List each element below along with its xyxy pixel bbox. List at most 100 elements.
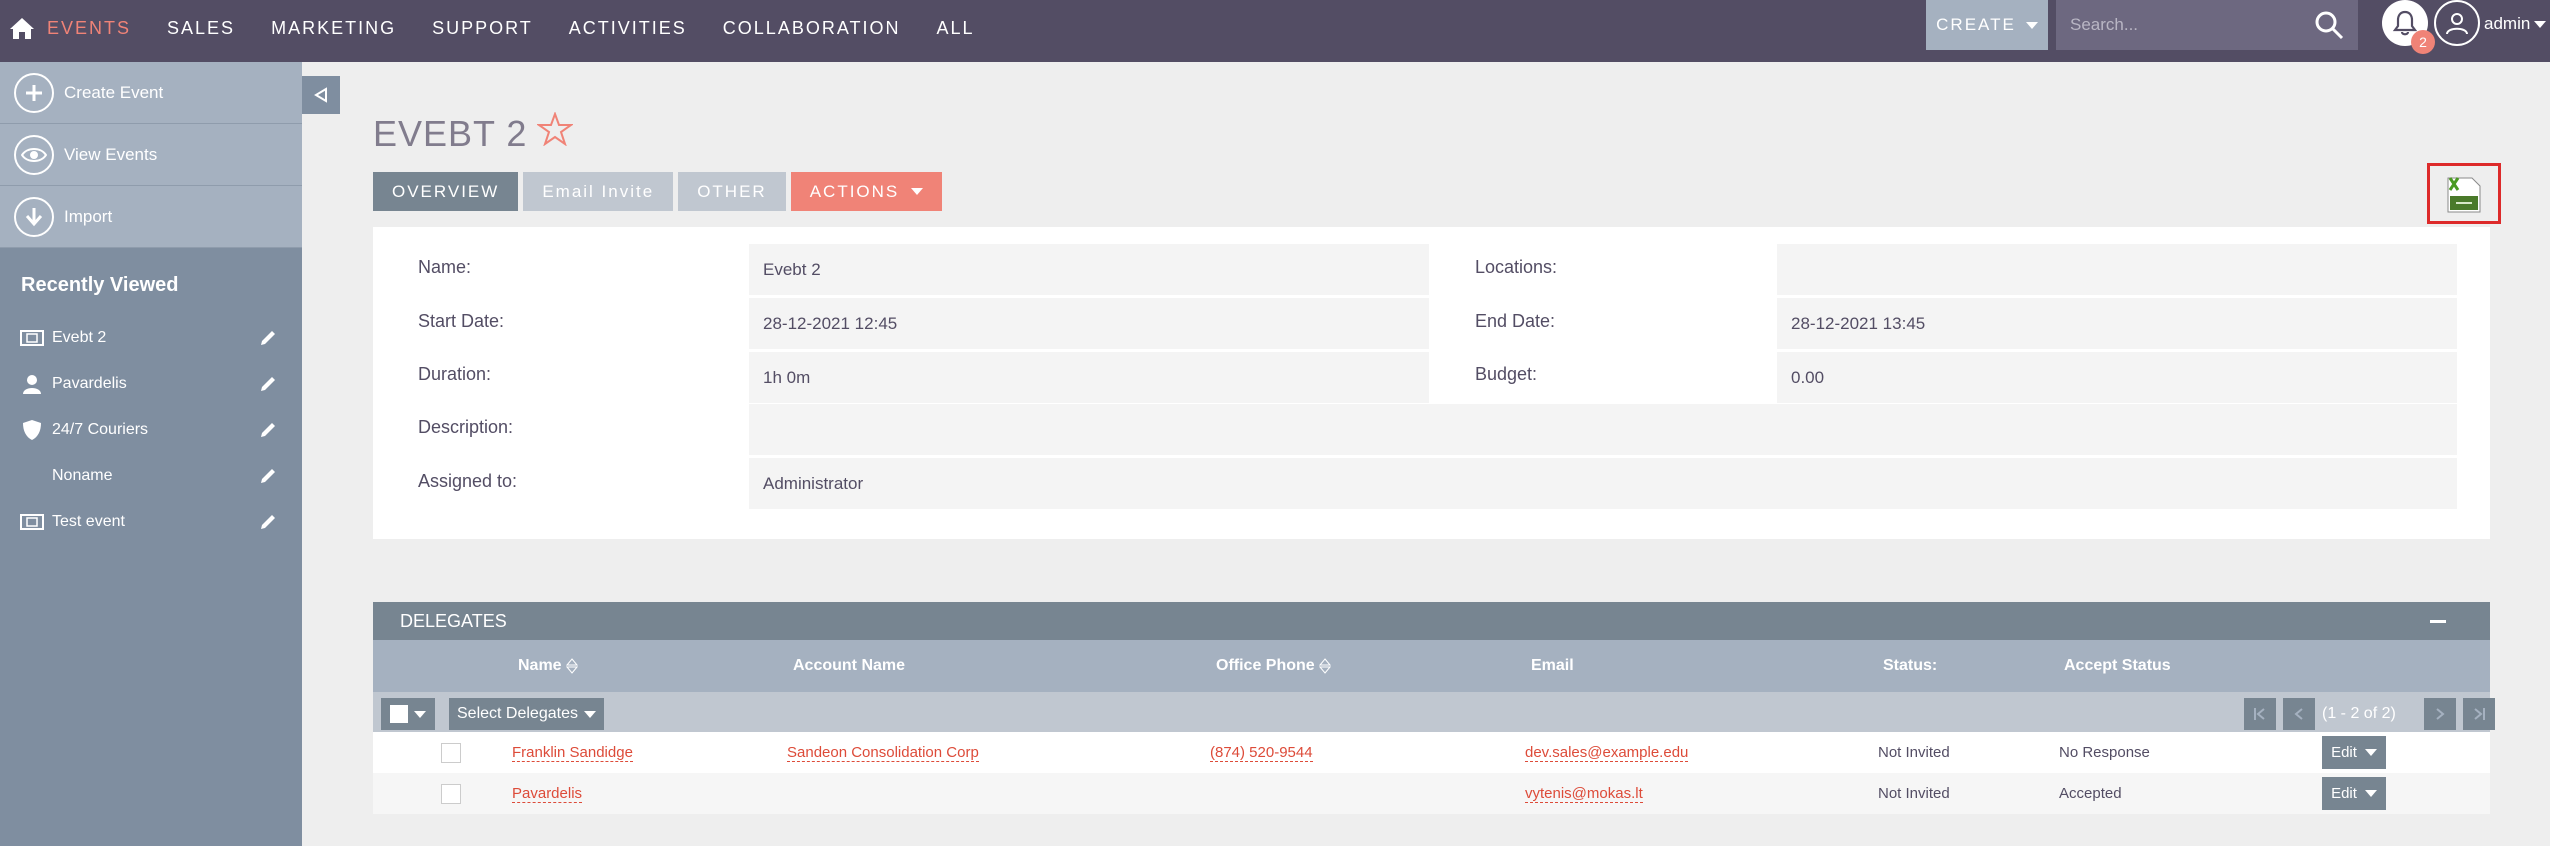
edit-button[interactable]: Edit — [2322, 777, 2386, 810]
pencil-icon[interactable] — [258, 328, 278, 348]
chevron-left-icon — [2294, 708, 2303, 720]
field-value-locations[interactable] — [1777, 244, 2457, 295]
tab-overview[interactable]: OVERVIEW — [373, 172, 519, 211]
field-value-name[interactable]: Evebt 2 — [749, 244, 1429, 295]
pencil-icon[interactable] — [258, 466, 278, 486]
detail-panel: Name: Evebt 2 Locations: Start Date: 28-… — [373, 227, 2490, 539]
recently-viewed-title: Recently Viewed — [21, 274, 179, 296]
tab-actions[interactable]: ACTIONS — [790, 172, 943, 211]
sidebar-action-label: View Events — [64, 144, 158, 164]
recent-item-evebt-2[interactable]: Evebt 2 — [0, 315, 302, 361]
field-label-assigned: Assigned to: — [418, 471, 518, 491]
person-icon — [20, 374, 44, 394]
field-value-description[interactable] — [749, 404, 2457, 455]
chevron-down-icon — [911, 188, 924, 195]
plus-icon — [14, 72, 54, 113]
record-tabs: OVERVIEW Email Invite OTHER ACTIONS — [373, 172, 943, 211]
sort-icon — [565, 658, 578, 674]
delegates-header[interactable]: DELEGATES — [373, 602, 2490, 640]
nav-item-activities[interactable]: ACTIVITIES — [560, 18, 696, 39]
first-page-button[interactable] — [2244, 698, 2276, 730]
column-office-phone[interactable]: Office Phone — [1216, 640, 1331, 692]
select-all-checkbox[interactable] — [390, 705, 408, 723]
notification-badge: 2 — [2411, 30, 2435, 54]
recent-item-label: 24/7 Couriers — [52, 421, 149, 438]
pencil-icon[interactable] — [258, 512, 278, 532]
nav-item-events[interactable]: EVENTS — [38, 18, 140, 39]
search-input[interactable] — [2056, 0, 2296, 50]
field-value-duration[interactable]: 1h 0m — [749, 352, 1429, 403]
delegate-name-link[interactable]: Pavardelis — [512, 785, 583, 803]
excel-icon — [2447, 176, 2481, 212]
sidebar-create-event[interactable]: Create Event — [0, 62, 302, 124]
pencil-icon[interactable] — [258, 374, 278, 394]
recent-item-noname[interactable]: Noname — [0, 453, 302, 499]
table-row: Pavardelis vytenis@mokas.lt Not Invited … — [373, 773, 2490, 814]
nav-item-support[interactable]: SUPPORT — [423, 18, 542, 39]
nav-item-marketing[interactable]: MARKETING — [262, 18, 405, 39]
recent-item-label: Noname — [52, 467, 113, 484]
field-value-budget[interactable]: 0.00 — [1777, 352, 2457, 403]
excel-export-button[interactable] — [2427, 163, 2501, 224]
field-value-end-date[interactable]: 28-12-2021 13:45 — [1777, 298, 2457, 349]
next-page-button[interactable] — [2424, 698, 2456, 730]
sidebar-view-events[interactable]: View Events — [0, 124, 302, 186]
user-menu[interactable]: admin — [2484, 14, 2547, 34]
nav-item-sales[interactable]: SALES — [158, 18, 244, 39]
nav-item-all[interactable]: ALL — [928, 18, 984, 39]
tab-other[interactable]: OTHER — [678, 172, 786, 211]
accept-status-value: No Response — [2059, 744, 2150, 761]
email-link[interactable]: vytenis@mokas.lt — [1525, 785, 1643, 803]
office-phone-link[interactable]: (874) 520-9544 — [1210, 744, 1313, 762]
chevron-down-icon — [414, 710, 426, 718]
create-button[interactable]: CREATE — [1926, 0, 2048, 50]
sidebar-import[interactable]: Import — [0, 186, 302, 248]
field-value-start-date[interactable]: 28-12-2021 12:45 — [749, 298, 1429, 349]
field-label-name: Name: — [418, 257, 472, 277]
delegate-name-link[interactable]: Franklin Sandidge — [512, 744, 633, 762]
sidebar-collapse-button[interactable] — [302, 76, 340, 114]
email-link[interactable]: dev.sales@example.edu — [1525, 744, 1689, 762]
table-row: Franklin Sandidge Sandeon Consolidation … — [373, 732, 2490, 773]
create-label: CREATE — [1936, 15, 2016, 34]
column-status: Status: — [1883, 657, 1938, 674]
star-icon[interactable] — [536, 111, 575, 155]
minus-icon[interactable] — [2430, 620, 2446, 623]
row-checkbox[interactable] — [441, 784, 461, 804]
recent-item-label: Evebt 2 — [52, 329, 107, 346]
first-page-icon — [2254, 708, 2265, 720]
pencil-icon[interactable] — [258, 420, 278, 440]
edit-button[interactable]: Edit — [2322, 736, 2386, 769]
recent-item-test-event[interactable]: Test event — [0, 499, 302, 545]
user-icon[interactable] — [2434, 0, 2480, 46]
ticket-icon — [20, 328, 44, 348]
previous-page-button[interactable] — [2283, 698, 2315, 730]
home-icon[interactable] — [4, 8, 40, 48]
last-page-button[interactable] — [2463, 698, 2495, 730]
status-value: Not Invited — [1878, 785, 1950, 802]
field-label-start-date: Start Date: — [418, 311, 505, 331]
blank-icon — [20, 466, 44, 486]
status-value: Not Invited — [1878, 744, 1950, 761]
recent-item-pavardelis[interactable]: Pavardelis — [0, 361, 302, 407]
search-icon[interactable] — [2314, 10, 2344, 40]
tab-email-invite[interactable]: Email Invite — [523, 172, 674, 211]
select-delegates-button[interactable]: Select Delegates — [449, 698, 604, 730]
actions-label: ACTIONS — [809, 181, 900, 201]
edit-label: Edit — [2331, 785, 2357, 802]
select-all-dropdown[interactable] — [381, 698, 435, 730]
record-title: EVEBT 2 — [373, 112, 528, 154]
chevron-down-icon — [2364, 790, 2377, 797]
sidebar: Create Event View Events Import Recently… — [0, 62, 302, 846]
shield-icon — [20, 420, 44, 440]
account-name-link[interactable]: Sandeon Consolidation Corp — [787, 744, 979, 762]
sidebar-action-label: Import — [64, 206, 113, 226]
delegates-subpanel: DELEGATES Name Account Name Office Phone… — [373, 602, 2495, 814]
nav-item-collaboration[interactable]: COLLABORATION — [714, 18, 910, 39]
row-checkbox[interactable] — [441, 743, 461, 763]
recent-item-couriers[interactable]: 24/7 Couriers — [0, 407, 302, 453]
top-navigation: EVENTS SALES MARKETING SUPPORT ACTIVITIE… — [0, 0, 2550, 62]
search-box — [2056, 0, 2358, 50]
column-name[interactable]: Name — [518, 640, 578, 692]
field-value-assigned[interactable]: Administrator — [749, 458, 2457, 509]
